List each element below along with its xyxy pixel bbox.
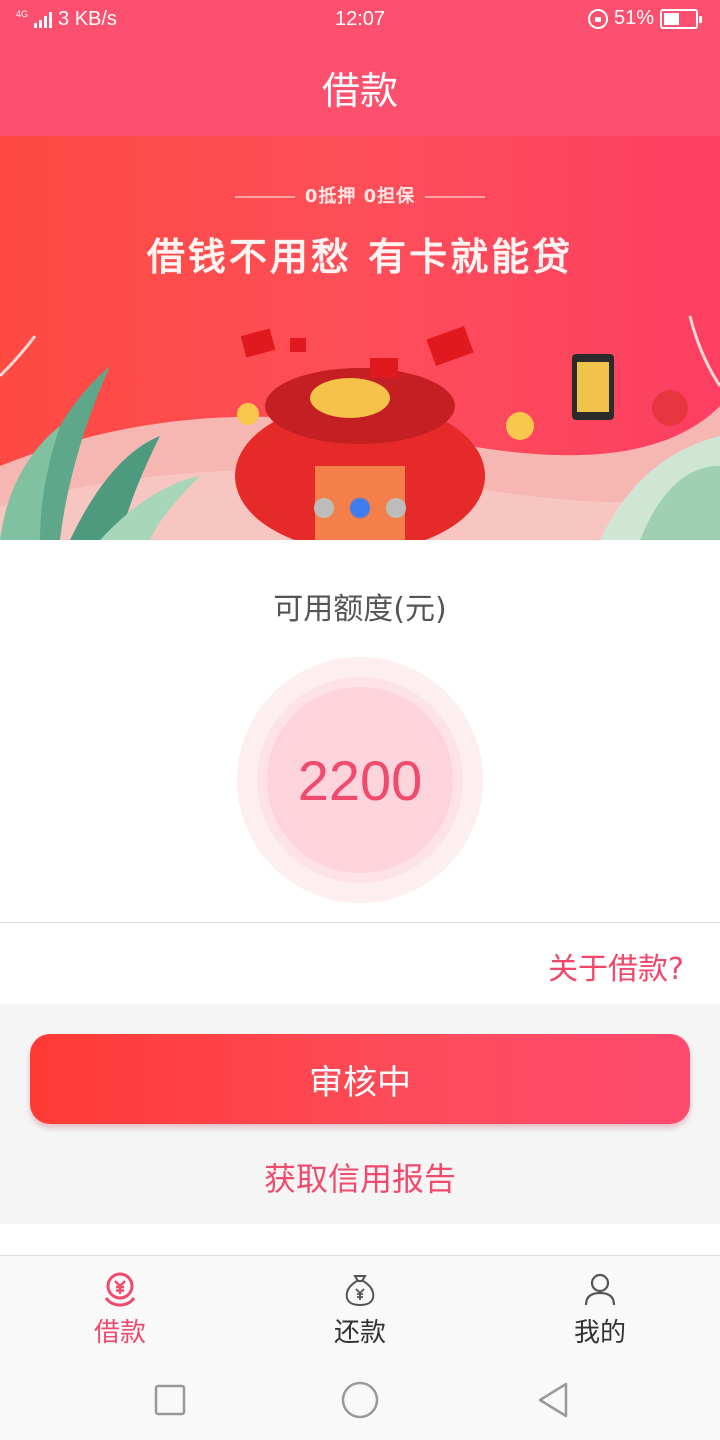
carousel-dot[interactable] — [314, 498, 334, 518]
status-bar: 4G 3 KB/s 12:07 51% — [0, 0, 720, 38]
under-review-button[interactable]: 审核中 — [30, 1034, 690, 1124]
get-credit-report-link[interactable]: 获取信用报告 — [0, 1154, 720, 1200]
rotation-lock-icon — [587, 8, 608, 29]
tab-label: 还款 — [333, 1318, 386, 1348]
loan-icon — [104, 1272, 136, 1307]
tab-label: 借款 — [93, 1318, 146, 1348]
page-title: 借款 — [0, 38, 720, 136]
bottom-tab-bar: 借款 还款 我的 — [0, 1256, 720, 1360]
money-bag-icon — [345, 1275, 375, 1307]
status-right: 51% — [587, 7, 702, 30]
recent-apps-icon[interactable] — [150, 1380, 190, 1420]
tab-repay[interactable]: 还款 — [240, 1256, 480, 1360]
credit-circle: 2200 — [237, 657, 483, 903]
banner-headline: 借钱不用愁 有卡就能贷 — [146, 235, 574, 279]
tab-mine[interactable]: 我的 — [480, 1256, 720, 1360]
available-credit-label: 可用额度(元) — [273, 592, 447, 627]
home-icon[interactable] — [340, 1380, 380, 1420]
back-icon[interactable] — [532, 1380, 572, 1420]
tab-label: 我的 — [573, 1318, 626, 1348]
battery-percent: 51% — [613, 7, 654, 29]
action-area: 审核中 获取信用报告 — [0, 1004, 720, 1224]
carousel-dot[interactable] — [386, 498, 406, 518]
about-loan-link[interactable]: 关于借款? — [548, 944, 684, 988]
carousel-dot-active[interactable] — [350, 498, 370, 518]
divider — [0, 922, 720, 923]
system-nav-bar — [0, 1360, 720, 1440]
user-icon — [584, 1273, 616, 1306]
credit-amount: 2200 — [297, 748, 423, 812]
tab-loan[interactable]: 借款 — [0, 1256, 240, 1360]
promo-banner[interactable]: 0抵押 0担保 借钱不用愁 有卡就能贷 — [0, 136, 720, 540]
banner-subtitle: 0抵押 0担保 — [0, 182, 720, 208]
battery-icon — [660, 8, 702, 29]
carousel-indicator — [0, 498, 720, 518]
